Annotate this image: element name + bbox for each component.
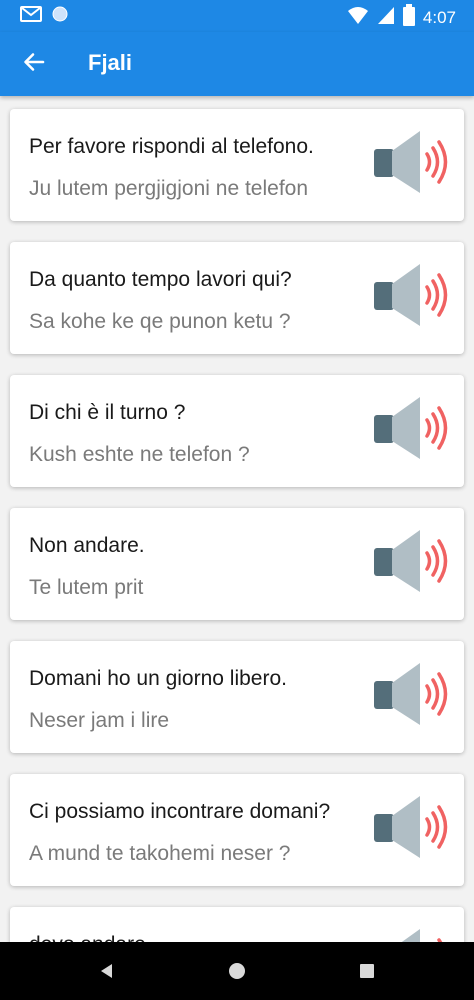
circle-icon — [52, 6, 68, 27]
speaker-icon[interactable] — [374, 528, 454, 594]
phrase-card[interactable]: Domani ho un giorno libero. Neser jam i l… — [10, 641, 464, 753]
phrase-text: Di chi è il turno ? — [29, 401, 186, 424]
page-title: Fjali — [88, 50, 133, 75]
nav-home-button[interactable] — [226, 960, 248, 982]
translation-text: Sa kohe ke qe punon ketu ? — [29, 310, 291, 333]
phrase-text: Per favore rispondi al telefono. — [29, 135, 314, 158]
status-time: 4:07 — [422, 7, 456, 27]
speaker-icon[interactable] — [374, 262, 454, 328]
recents-square-icon — [356, 964, 378, 986]
translation-text: A mund te takohemi neser ? — [29, 842, 291, 865]
phrase-text: Domani ho un giorno libero. — [29, 667, 287, 690]
phrase-card[interactable]: Ci possiamo incontrare domani? A mund te … — [10, 774, 464, 886]
speaker-icon[interactable] — [374, 794, 454, 860]
wifi-icon — [347, 5, 369, 30]
nav-recents-button[interactable] — [356, 960, 378, 982]
phrase-card[interactable]: Da quanto tempo lavori qui? Sa kohe ke qe… — [10, 242, 464, 354]
speaker-icon[interactable] — [374, 129, 454, 195]
phrase-text: Ci possiamo incontrare domani? — [29, 800, 331, 823]
back-triangle-icon — [96, 964, 118, 986]
phrase-text: Da quanto tempo lavori qui? — [29, 268, 292, 291]
nav-back-button[interactable] — [96, 960, 118, 982]
speaker-icon[interactable] — [374, 927, 454, 942]
app-bar: Fjali — [0, 32, 474, 96]
phrase-text: Non andare. — [29, 534, 145, 557]
phrase-text: devo andare. — [29, 933, 152, 942]
navigation-bar — [0, 942, 474, 1000]
translation-text: Ju lutem pergjigjoni ne telefon — [29, 177, 309, 200]
translation-text: Neser jam i lire — [29, 709, 170, 732]
arrow-left-icon — [22, 50, 46, 79]
translation-text: Kush eshte ne telefon ? — [29, 443, 250, 466]
status-left — [20, 5, 68, 28]
phrase-card[interactable]: Non andare. Te lutem prit — [10, 508, 464, 620]
speaker-icon[interactable] — [374, 661, 454, 727]
home-circle-icon — [226, 963, 248, 986]
phrase-list: Per favore rispondi al telefono. Ju lutem… — [0, 96, 474, 942]
battery-icon — [402, 4, 415, 31]
phrase-card[interactable]: devo andare. — [10, 907, 464, 942]
gmail-icon — [20, 5, 42, 28]
phrase-card[interactable]: Di chi è il turno ? Kush eshte ne telefon… — [10, 375, 464, 487]
status-bar: 4:07 — [0, 0, 474, 32]
back-button[interactable] — [18, 48, 50, 80]
status-right: 4:07 — [347, 4, 456, 31]
screen: 4:07 Fjali Per favore rispondi al telefo… — [0, 0, 474, 1000]
translation-text: Te lutem prit — [29, 576, 144, 599]
speaker-icon[interactable] — [374, 395, 454, 461]
phrase-card[interactable]: Per favore rispondi al telefono. Ju lutem… — [10, 109, 464, 221]
signal-icon — [377, 5, 395, 30]
